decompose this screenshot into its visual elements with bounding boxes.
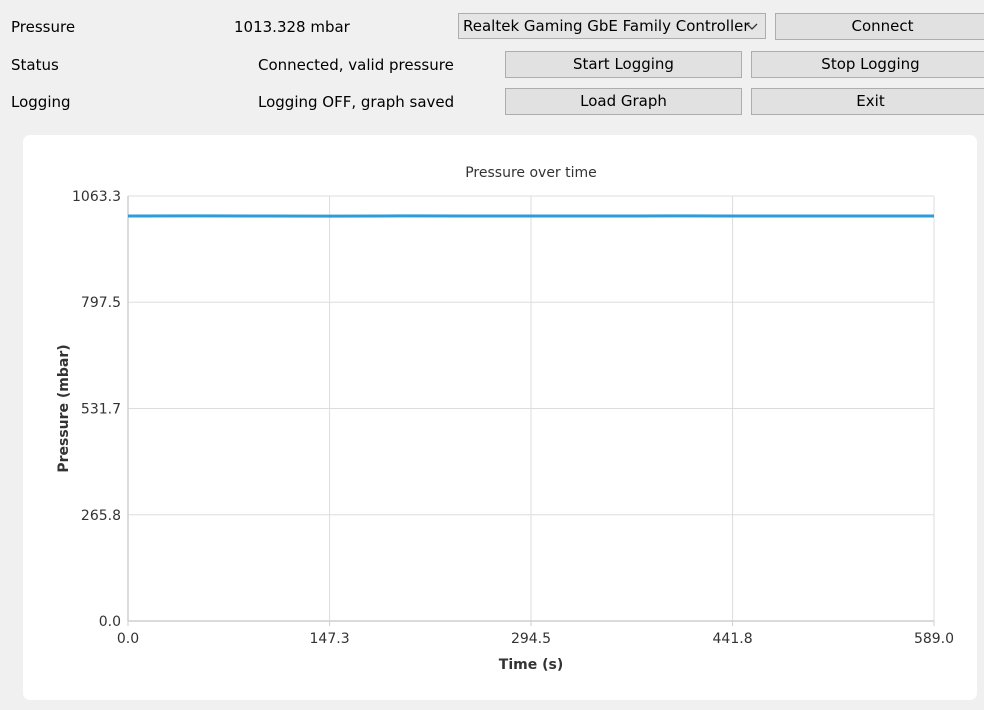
x-tick-label: 0.0	[117, 631, 139, 647]
pressure-label: Pressure	[11, 18, 76, 36]
y-tick-label: 531.7	[81, 401, 121, 417]
status-label: Status	[11, 56, 59, 74]
y-tick-label: 1063.3	[72, 189, 121, 205]
stop-logging-button[interactable]: Stop Logging	[751, 51, 984, 78]
adapter-select-value: Realtek Gaming GbE Family Controller	[463, 17, 750, 35]
y-tick-label: 0.0	[99, 614, 121, 630]
load-graph-button[interactable]: Load Graph	[505, 88, 742, 115]
pressure-value: 1013.328 mbar	[234, 18, 350, 36]
y-axis-label: Pressure (mbar)	[56, 344, 72, 472]
connect-button[interactable]: Connect	[775, 13, 984, 40]
x-tick-label: 294.5	[511, 631, 551, 647]
adapter-select[interactable]: Realtek Gaming GbE Family Controller	[458, 13, 766, 39]
status-value: Connected, valid pressure	[258, 56, 454, 74]
y-tick-label: 797.5	[81, 295, 121, 311]
logging-value: Logging OFF, graph saved	[258, 93, 455, 111]
pressure-chart: Pressure over time 0.0 265.8 531.7 797.5 1063…	[56, 165, 954, 673]
x-axis-label: Time (s)	[499, 657, 563, 673]
x-tick-label: 589.0	[914, 631, 954, 647]
logging-label: Logging	[11, 93, 71, 111]
y-tick-label: 265.8	[81, 508, 121, 524]
x-tick-label: 147.3	[310, 631, 350, 647]
chart-panel: Pressure over time 0.0 265.8 531.7 797.5 1063…	[23, 135, 977, 700]
chevron-down-icon	[746, 23, 758, 30]
start-logging-button[interactable]: Start Logging	[505, 51, 742, 78]
chart-title: Pressure over time	[465, 165, 597, 181]
x-tick-label: 441.8	[713, 631, 753, 647]
exit-button[interactable]: Exit	[751, 88, 984, 115]
